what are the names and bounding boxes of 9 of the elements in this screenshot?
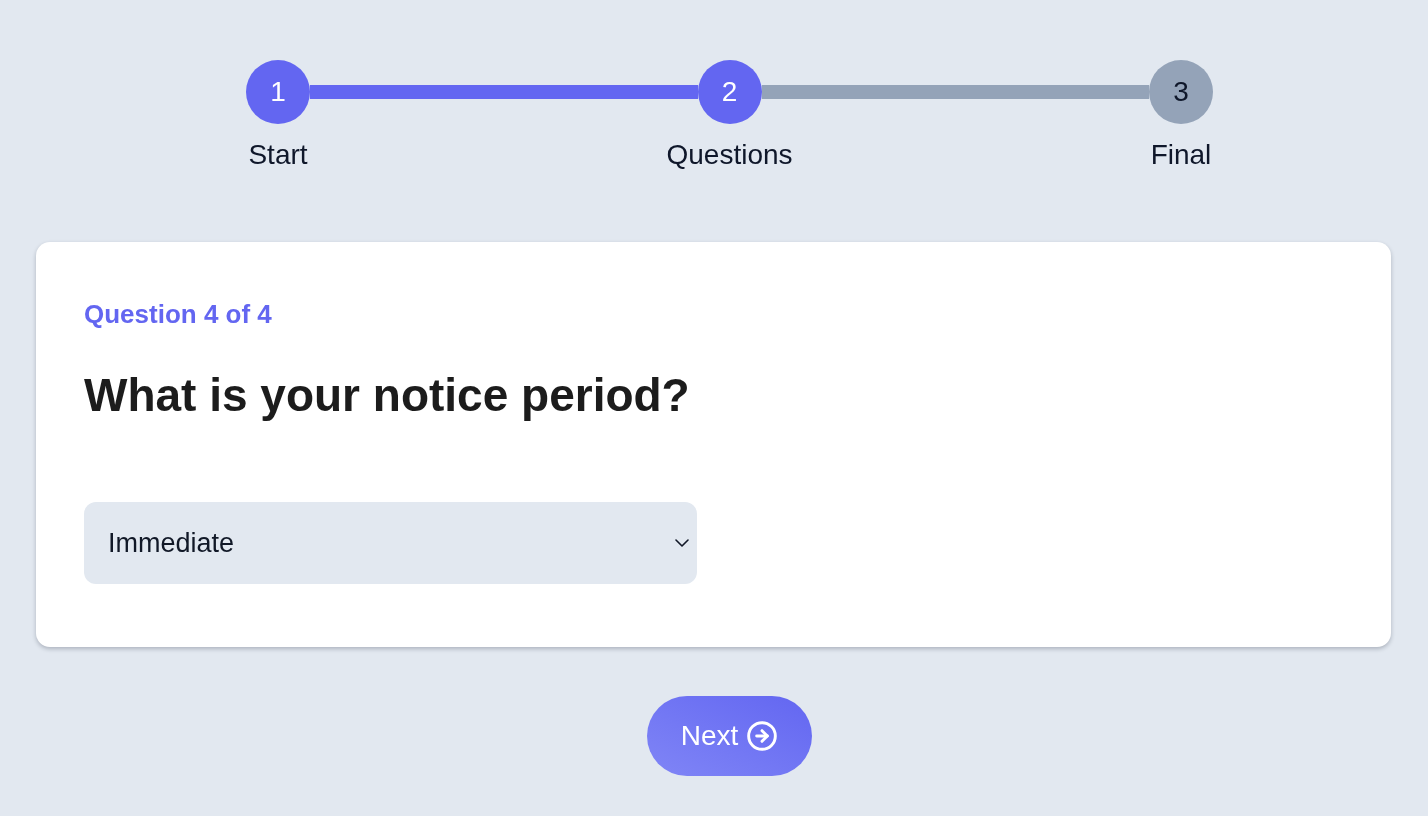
step-label: Final (1150, 138, 1212, 172)
step-label: Questions (666, 138, 793, 172)
next-button[interactable]: Next (647, 696, 812, 776)
question-counter: Question 4 of 4 (84, 298, 272, 330)
dropdown-field[interactable]: Immediate (84, 502, 697, 584)
question-heading: What is your notice period? (84, 368, 690, 423)
chevron-down-icon (675, 539, 689, 547)
step-label: Start (248, 138, 308, 172)
arrow-right-circle-icon (746, 720, 779, 752)
